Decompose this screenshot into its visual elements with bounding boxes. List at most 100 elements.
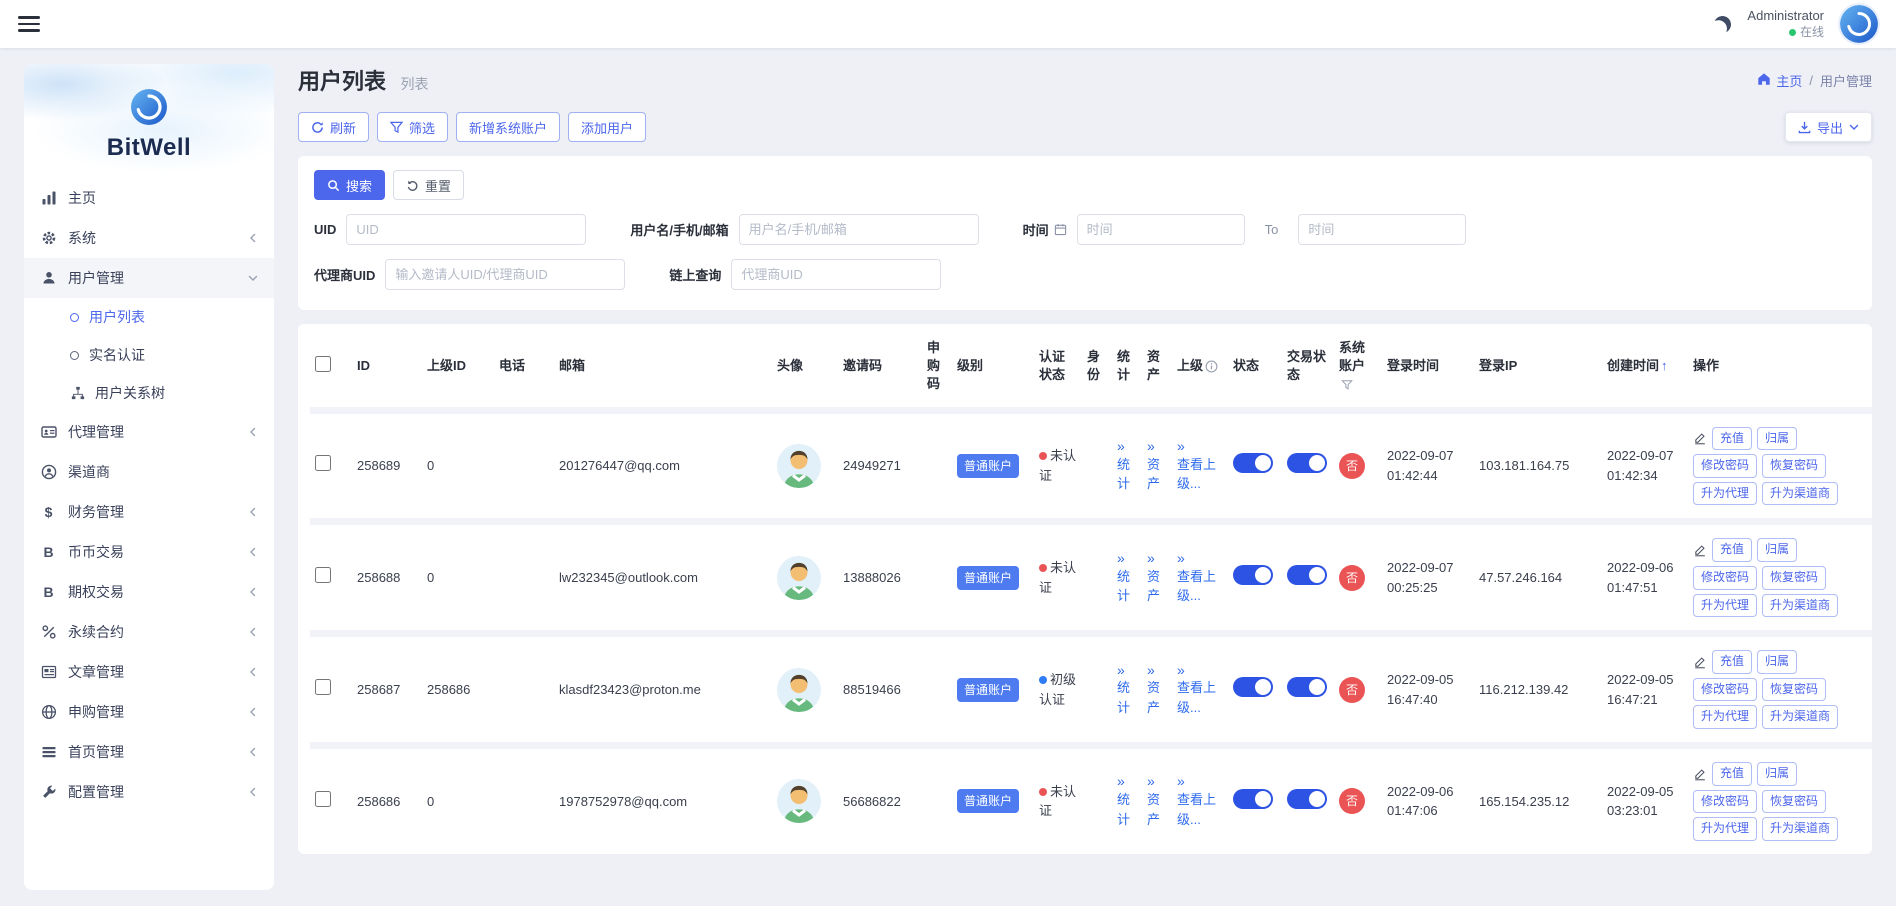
user-avatar-image[interactable] [777,556,821,600]
view-parent-link[interactable]: »查看上级... [1177,438,1223,494]
edit-icon[interactable] [1693,767,1707,781]
stats-link[interactable]: »统计 [1117,438,1137,494]
trade-status-toggle[interactable] [1287,565,1327,585]
belong-button[interactable]: 归属 [1757,538,1797,562]
sidebar-item-homepage[interactable]: 首页管理 [24,732,274,772]
edit-icon[interactable] [1693,655,1707,669]
sidebar-item-spot-trade[interactable]: B 币币交易 [24,532,274,572]
search-button[interactable]: 搜索 [314,170,385,200]
trade-status-toggle[interactable] [1287,453,1327,473]
trade-status-toggle[interactable] [1287,677,1327,697]
promote-agent-button[interactable]: 升为代理 [1693,594,1757,618]
sidebar-item-user-tree[interactable]: 用户关系树 [24,374,274,412]
sidebar-item-system[interactable]: 系统 [24,218,274,258]
promote-channel-button[interactable]: 升为渠道商 [1762,594,1838,618]
sidebar-item-kyc[interactable]: 实名认证 [24,336,274,374]
sidebar-item-user-management[interactable]: 用户管理 [24,258,274,298]
select-cell [310,522,352,634]
recharge-button[interactable]: 充值 [1712,427,1752,451]
assets-link[interactable]: »资产 [1147,438,1167,494]
change-password-button[interactable]: 修改密码 [1693,566,1757,590]
col-stats: 统计 [1112,326,1142,410]
status-toggle[interactable] [1233,789,1273,809]
status-toggle[interactable] [1233,453,1273,473]
breadcrumb-home[interactable]: 主页 [1757,71,1802,90]
status-toggle[interactable] [1233,565,1273,585]
promote-channel-button[interactable]: 升为渠道商 [1762,705,1838,729]
trade-status-toggle[interactable] [1287,789,1327,809]
change-password-button[interactable]: 修改密码 [1693,678,1757,702]
row-checkbox[interactable] [315,791,331,807]
view-parent-link[interactable]: »查看上级... [1177,550,1223,606]
sidebar-item-perpetual[interactable]: 永续合约 [24,612,274,652]
chain-query-input[interactable] [731,259,941,290]
view-parent-link[interactable]: »查看上级... [1177,662,1223,718]
stats-link[interactable]: »统计 [1117,550,1137,606]
time-to-input[interactable] [1298,214,1466,245]
sidebar-item-home[interactable]: 主页 [24,178,274,218]
promote-agent-button[interactable]: 升为代理 [1693,482,1757,506]
user-avatar[interactable] [1840,5,1878,43]
filter-funnel-icon[interactable] [1341,379,1353,391]
promote-agent-button[interactable]: 升为代理 [1693,817,1757,841]
status-toggle[interactable] [1233,677,1273,697]
col-create-time[interactable]: 创建时间↑ [1602,326,1688,410]
time-from-input[interactable] [1077,214,1245,245]
reset-button[interactable]: 重置 [393,170,464,200]
view-parent-link[interactable]: »查看上级... [1177,773,1223,829]
sidebar-item-subscription[interactable]: 申购管理 [24,692,274,732]
row-checkbox[interactable] [315,679,331,695]
uid-input[interactable] [346,214,586,245]
menu-toggle-icon[interactable] [18,16,40,32]
row-checkbox[interactable] [315,455,331,471]
chevron-left-icon [248,667,258,677]
add-system-account-button[interactable]: 新增系统账户 [456,112,560,142]
recharge-button[interactable]: 充值 [1712,650,1752,674]
sidebar-item-finance[interactable]: $ 财务管理 [24,492,274,532]
restore-password-button[interactable]: 恢复密码 [1762,566,1826,590]
add-user-button[interactable]: 添加用户 [568,112,646,142]
user-avatar-image[interactable] [777,668,821,712]
promote-agent-button[interactable]: 升为代理 [1693,705,1757,729]
auth-status-cell: 初级认证 [1034,634,1082,746]
assets-link[interactable]: »资产 [1147,662,1167,718]
dark-mode-icon[interactable] [1713,14,1734,35]
sidebar-item-channel[interactable]: 渠道商 [24,452,274,492]
refresh-button[interactable]: 刷新 [298,112,369,142]
user-avatar-image[interactable] [777,779,821,823]
change-password-button[interactable]: 修改密码 [1693,454,1757,478]
login-ip-cell: 116.212.139.42 [1474,634,1602,746]
belong-button[interactable]: 归属 [1757,427,1797,451]
edit-icon[interactable] [1693,431,1707,445]
restore-password-button[interactable]: 恢复密码 [1762,678,1826,702]
sidebar-item-article[interactable]: 文章管理 [24,652,274,692]
invite-code-cell: 56686822 [838,745,922,853]
belong-button[interactable]: 归属 [1757,762,1797,786]
change-password-button[interactable]: 修改密码 [1693,790,1757,814]
sidebar-item-agent-management[interactable]: 代理管理 [24,412,274,452]
select-all-checkbox[interactable] [315,356,331,372]
row-checkbox[interactable] [315,567,331,583]
stats-link[interactable]: »统计 [1117,662,1137,718]
recharge-button[interactable]: 充值 [1712,762,1752,786]
username-input[interactable] [739,214,979,245]
belong-button[interactable]: 归属 [1757,650,1797,674]
edit-icon[interactable] [1693,543,1707,557]
stats-link[interactable]: »统计 [1117,773,1137,829]
promote-channel-button[interactable]: 升为渠道商 [1762,482,1838,506]
sidebar-item-user-list[interactable]: 用户列表 [24,298,274,336]
assets-link[interactable]: »资产 [1147,773,1167,829]
sidebar-item-config[interactable]: 配置管理 [24,772,274,812]
auth-status-cell: 未认证 [1034,745,1082,853]
auth-status-dot [1039,452,1047,460]
promote-channel-button[interactable]: 升为渠道商 [1762,817,1838,841]
filter-button[interactable]: 筛选 [377,112,448,142]
restore-password-button[interactable]: 恢复密码 [1762,790,1826,814]
export-button[interactable]: 导出 [1785,112,1872,142]
recharge-button[interactable]: 充值 [1712,538,1752,562]
agent-uid-input[interactable] [385,259,625,290]
user-avatar-image[interactable] [777,444,821,488]
assets-link[interactable]: »资产 [1147,550,1167,606]
sidebar-item-option-trade[interactable]: B 期权交易 [24,572,274,612]
restore-password-button[interactable]: 恢复密码 [1762,454,1826,478]
